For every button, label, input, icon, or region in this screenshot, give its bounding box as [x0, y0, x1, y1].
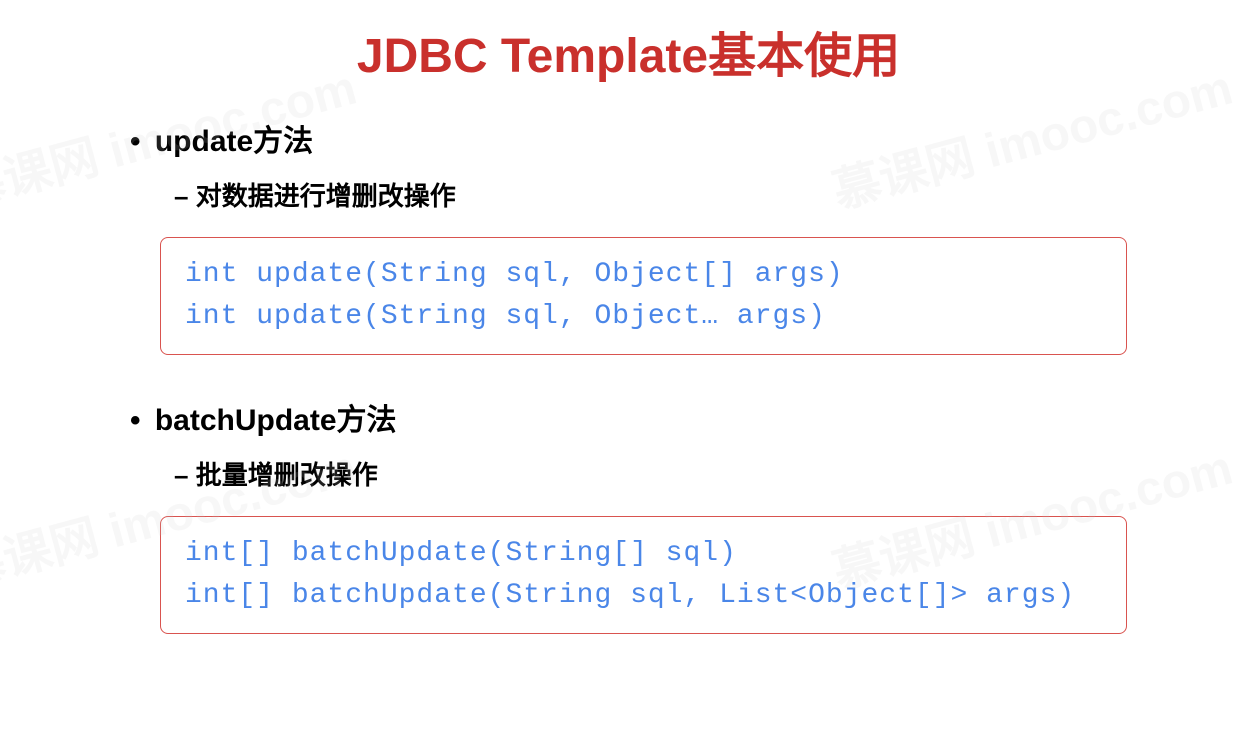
slide-title: JDBC Template基本使用: [0, 0, 1257, 116]
section-heading: batchUpdate方法: [160, 395, 1127, 439]
section-update: update方法 对数据进行增删改操作 int update(String sq…: [130, 116, 1127, 355]
section-batchupdate: batchUpdate方法 批量增删改操作 int[] batchUpdate(…: [130, 395, 1127, 634]
content-area: update方法 对数据进行增删改操作 int update(String sq…: [0, 116, 1257, 634]
code-block: int[] batchUpdate(String[] sql) int[] ba…: [160, 516, 1127, 634]
section-subheading: 批量增删改操作: [204, 455, 1127, 492]
code-line: int update(String sql, Object[] args): [185, 254, 1102, 296]
code-line: int update(String sql, Object… args): [185, 296, 1102, 338]
code-line: int[] batchUpdate(String[] sql): [185, 533, 1102, 575]
section-heading: update方法: [160, 116, 1127, 160]
code-line: int[] batchUpdate(String sql, List<Objec…: [185, 575, 1102, 617]
code-block: int update(String sql, Object[] args) in…: [160, 237, 1127, 355]
section-subheading: 对数据进行增删改操作: [204, 176, 1127, 213]
